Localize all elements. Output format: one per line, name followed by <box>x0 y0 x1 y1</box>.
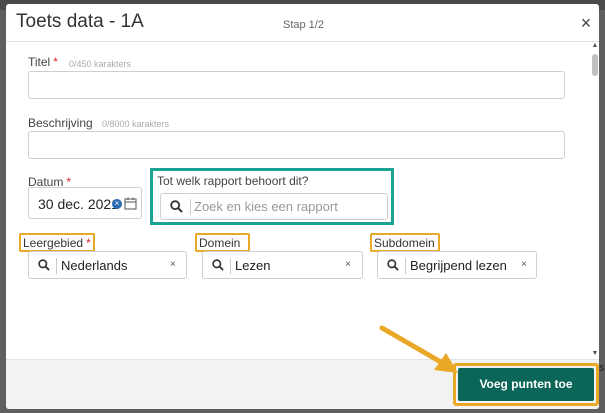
separator <box>190 199 191 215</box>
beschrijving-label: Beschrijving <box>28 116 93 130</box>
separator <box>230 258 231 274</box>
step-indicator: Stap 1/2 <box>283 19 324 31</box>
scroll-thumb[interactable] <box>592 54 598 76</box>
domein-highlight: Domein <box>195 233 250 252</box>
scrollbar[interactable]: ▲ ▼ <box>591 42 599 364</box>
search-icon <box>387 259 399 271</box>
search-icon <box>38 259 50 271</box>
leergebied-select[interactable]: Nederlands × <box>28 251 187 279</box>
separator <box>405 258 406 274</box>
leergebied-highlight: Leergebied * <box>19 233 95 252</box>
arrow-pointer <box>379 325 458 373</box>
rapport-search-input[interactable]: Zoek en kies een rapport <box>160 193 388 220</box>
search-icon <box>170 200 183 213</box>
required-mark: * <box>86 236 91 250</box>
background-text: s <box>599 362 605 374</box>
leergebied-label-text: Leergebied <box>23 236 84 250</box>
leergebied-label: Leergebied * <box>23 236 91 250</box>
modal-dialog: Toets data - 1A Stap 1/2 × ▲ ▼ Titel * 0/… <box>6 4 599 409</box>
titel-label: Titel * <box>28 55 58 69</box>
domein-select[interactable]: Lezen × <box>202 251 363 279</box>
close-icon[interactable]: × <box>578 14 594 32</box>
calendar-icon[interactable] <box>124 197 137 210</box>
rapport-label: Tot welk rapport behoort dit? <box>157 174 309 188</box>
required-mark: * <box>53 55 58 69</box>
rapport-placeholder: Zoek en kies een rapport <box>194 199 338 214</box>
titel-counter: 0/450 karakters <box>69 59 132 69</box>
clear-icon[interactable]: × <box>170 259 176 270</box>
clear-icon[interactable]: × <box>112 199 122 209</box>
datum-input[interactable]: 30 dec. 2021 × <box>28 187 142 219</box>
titel-label-text: Titel <box>28 55 51 69</box>
beschrijving-counter: 0/8000 karakters <box>102 119 170 129</box>
scroll-up-icon[interactable]: ▲ <box>591 42 599 52</box>
modal-header: Toets data - 1A Stap 1/2 × <box>6 4 599 42</box>
separator <box>56 258 57 274</box>
voeg-punten-toe-button[interactable]: Voeg punten toe <box>458 368 594 401</box>
domein-value: Lezen <box>235 258 271 273</box>
subdomein-select[interactable]: Begrijpend lezen × <box>377 251 537 279</box>
modal-title: Toets data - 1A <box>16 11 144 32</box>
leergebied-value: Nederlands <box>61 258 128 273</box>
beschrijving-input[interactable] <box>28 131 565 159</box>
subdomein-label: Subdomein <box>374 236 435 250</box>
rapport-highlight: Tot welk rapport behoort dit? Zoek en ki… <box>150 168 394 225</box>
datum-value: 30 dec. 2021 <box>38 196 119 212</box>
search-icon <box>212 259 224 271</box>
clear-icon[interactable]: × <box>521 259 527 270</box>
domein-label: Domein <box>199 236 241 250</box>
titel-input[interactable] <box>28 71 565 99</box>
subdomein-value: Begrijpend lezen <box>410 258 507 273</box>
clear-icon[interactable]: × <box>345 259 351 270</box>
subdomein-highlight: Subdomein <box>370 233 440 252</box>
